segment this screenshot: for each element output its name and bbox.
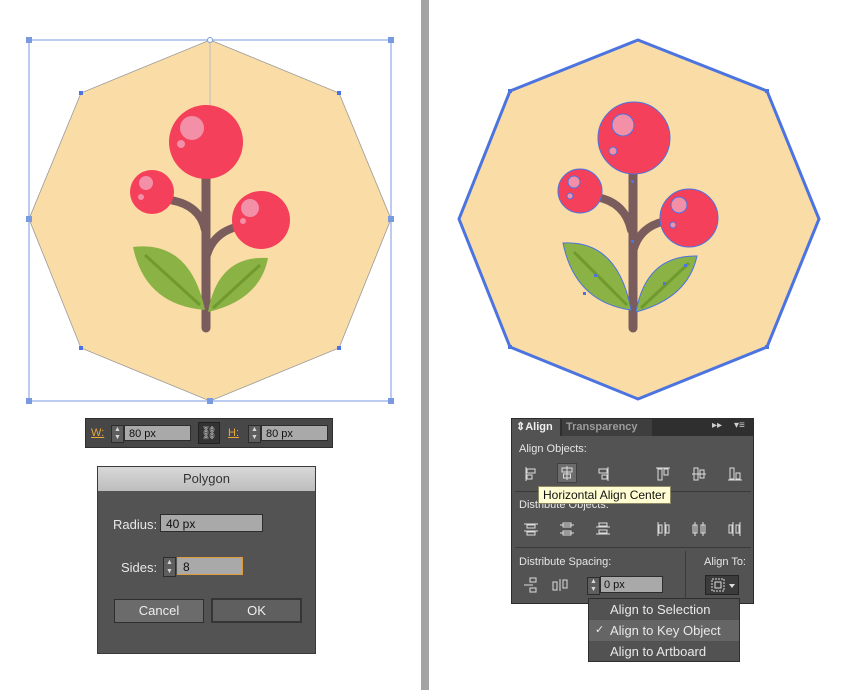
horizontal-distribute-right-icon[interactable] bbox=[725, 519, 745, 539]
width-label: W: bbox=[91, 427, 105, 439]
align-to-label: Align To: bbox=[704, 556, 746, 568]
vertical-distribute-space-icon[interactable] bbox=[521, 575, 541, 595]
size-control-bar: W: ▲ ▼ 80 px ⛓ H: ▲ ▼ 80 px bbox=[85, 418, 333, 448]
height-label: H: bbox=[228, 427, 239, 439]
constrain-proportions-link-icon[interactable]: ⛓ bbox=[198, 422, 220, 444]
horizontal-distribute-space-icon[interactable] bbox=[550, 575, 570, 595]
align-to-key-object-icon bbox=[711, 578, 735, 592]
radius-input[interactable]: 40 px bbox=[160, 514, 263, 532]
panel-tab-bar: ⇕Align Transparency ▸▸ ▾≡ bbox=[512, 419, 753, 436]
menu-item-align-to-key-object[interactable]: ✓ Align to Key Object bbox=[589, 620, 739, 641]
vertical-align-center-icon[interactable] bbox=[689, 464, 709, 484]
tooltip: Horizontal Align Center bbox=[538, 486, 671, 504]
width-stepper[interactable]: ▲ ▼ bbox=[111, 425, 124, 443]
section-divider bbox=[515, 547, 751, 548]
menu-item-align-to-selection[interactable]: Align to Selection bbox=[589, 599, 739, 620]
dialog-title: Polygon bbox=[98, 467, 315, 491]
checkmark-icon: ✓ bbox=[595, 624, 605, 636]
horizontal-distribute-left-icon[interactable] bbox=[653, 519, 673, 539]
height-stepper[interactable]: ▲ ▼ bbox=[248, 425, 261, 443]
collapse-panel-icon[interactable]: ▸▸ bbox=[712, 420, 722, 431]
sides-input[interactable]: 8 bbox=[177, 557, 243, 575]
horizontal-align-left-icon[interactable] bbox=[521, 464, 541, 484]
panel-menu-icon[interactable]: ▾≡ bbox=[734, 420, 745, 431]
spacing-input[interactable]: 0 px bbox=[600, 576, 663, 593]
ok-button[interactable]: OK bbox=[211, 598, 302, 623]
left-artwork[interactable] bbox=[26, 37, 394, 404]
tab-collapse-icon: ⇕ bbox=[516, 421, 526, 433]
width-input[interactable]: 80 px bbox=[124, 425, 191, 441]
horizontal-distribute-center-icon[interactable] bbox=[689, 519, 709, 539]
tab-align[interactable]: ⇕Align bbox=[512, 419, 560, 436]
menu-item-align-to-artboard[interactable]: Align to Artboard bbox=[589, 641, 739, 662]
rotate-handle bbox=[207, 37, 213, 43]
spacing-stepper[interactable]: ▲ ▼ bbox=[587, 577, 600, 595]
radius-label: Radius: bbox=[113, 517, 158, 532]
sides-stepper[interactable]: ▲ ▼ bbox=[163, 557, 176, 577]
vertical-distribute-top-icon[interactable] bbox=[521, 519, 541, 539]
height-input[interactable]: 80 px bbox=[261, 425, 328, 441]
vertical-align-bottom-icon[interactable] bbox=[725, 464, 745, 484]
cancel-button[interactable]: Cancel bbox=[114, 599, 204, 623]
tab-transparency[interactable]: Transparency bbox=[562, 419, 652, 436]
align-to-dropdown[interactable] bbox=[705, 575, 739, 595]
vertical-distribute-center-icon[interactable] bbox=[557, 519, 577, 539]
align-objects-label: Align Objects: bbox=[519, 443, 587, 455]
right-artwork[interactable] bbox=[457, 38, 821, 401]
column-divider bbox=[685, 551, 686, 601]
horizontal-align-right-icon[interactable] bbox=[593, 464, 613, 484]
horizontal-align-center-icon[interactable] bbox=[557, 463, 577, 483]
vertical-align-top-icon[interactable] bbox=[653, 464, 673, 484]
polygon-dialog: Polygon Radius: 40 px Sides: ▲ ▼ 8 Cancel… bbox=[97, 466, 316, 654]
distribute-spacing-label: Distribute Spacing: bbox=[519, 556, 612, 568]
sides-label: Sides: bbox=[121, 560, 158, 575]
vertical-distribute-bottom-icon[interactable] bbox=[593, 519, 613, 539]
align-to-menu: Align to Selection ✓ Align to Key Object … bbox=[588, 598, 740, 662]
